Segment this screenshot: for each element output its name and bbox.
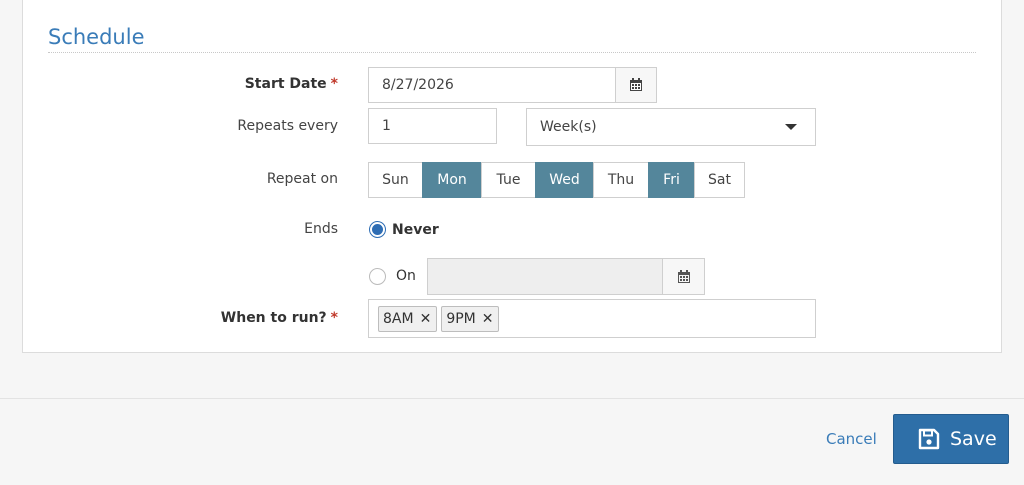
- section-title: Schedule: [48, 25, 145, 49]
- save-button[interactable]: Save: [893, 414, 1009, 464]
- required-mark: *: [330, 76, 338, 92]
- ends-label: Ends: [304, 221, 338, 237]
- section-divider: [48, 52, 976, 53]
- ends-on-calendar-button[interactable]: [662, 258, 705, 295]
- day-toggle-thu[interactable]: Thu: [593, 162, 649, 198]
- repeat-unit-select[interactable]: Week(s): [526, 108, 816, 146]
- time-tag: 8AM ✕: [378, 305, 438, 332]
- repeat-interval-input[interactable]: 1: [368, 108, 497, 144]
- when-to-run-tag-input[interactable]: 8AM ✕ 9PM ✕: [368, 299, 816, 338]
- chevron-down-icon: [785, 124, 797, 130]
- start-date-label-text: Start Date: [244, 76, 327, 92]
- start-date-input[interactable]: 8/27/2026: [368, 67, 616, 103]
- ends-never-radio[interactable]: [369, 221, 386, 238]
- save-button-label: Save: [950, 428, 997, 450]
- ends-never-label: Never: [392, 222, 439, 238]
- start-date-label: Start Date *: [245, 76, 338, 92]
- time-tag-label: 8AM: [383, 310, 414, 327]
- ends-on-label: On: [396, 268, 416, 284]
- day-toggle-mon[interactable]: Mon: [422, 162, 482, 198]
- repeat-unit-value: Week(s): [540, 119, 597, 135]
- cancel-link[interactable]: Cancel: [826, 430, 877, 448]
- when-to-run-label-text: When to run?: [220, 310, 327, 326]
- repeats-every-label: Repeats every: [237, 118, 338, 134]
- time-tag-label: 9PM: [446, 310, 476, 327]
- day-toggle-sat[interactable]: Sat: [694, 162, 745, 198]
- close-icon[interactable]: ✕: [420, 311, 432, 327]
- day-toggle-wed[interactable]: Wed: [535, 162, 594, 198]
- day-toggle-fri[interactable]: Fri: [648, 162, 695, 198]
- required-mark: *: [330, 310, 338, 326]
- calendar-icon: [630, 78, 642, 91]
- footer-divider: [0, 398, 1024, 399]
- start-date-calendar-button[interactable]: [615, 67, 657, 103]
- calendar-icon: [677, 269, 690, 283]
- day-toggle-sun[interactable]: Sun: [368, 162, 423, 198]
- repeat-on-label: Repeat on: [266, 171, 338, 187]
- ends-on-radio[interactable]: [369, 268, 386, 285]
- repeat-on-day-group: Sun Mon Tue Wed Thu Fri Sat: [368, 162, 745, 198]
- start-date-value: 8/27/2026: [382, 77, 454, 93]
- ends-on-date-input[interactable]: [427, 258, 663, 295]
- time-tag: 9PM ✕: [441, 305, 500, 332]
- floppy-disk-icon: [918, 428, 940, 450]
- close-icon[interactable]: ✕: [482, 311, 494, 327]
- repeat-interval-value: 1: [382, 118, 391, 134]
- day-toggle-tue[interactable]: Tue: [481, 162, 536, 198]
- when-to-run-label: When to run? *: [221, 310, 338, 326]
